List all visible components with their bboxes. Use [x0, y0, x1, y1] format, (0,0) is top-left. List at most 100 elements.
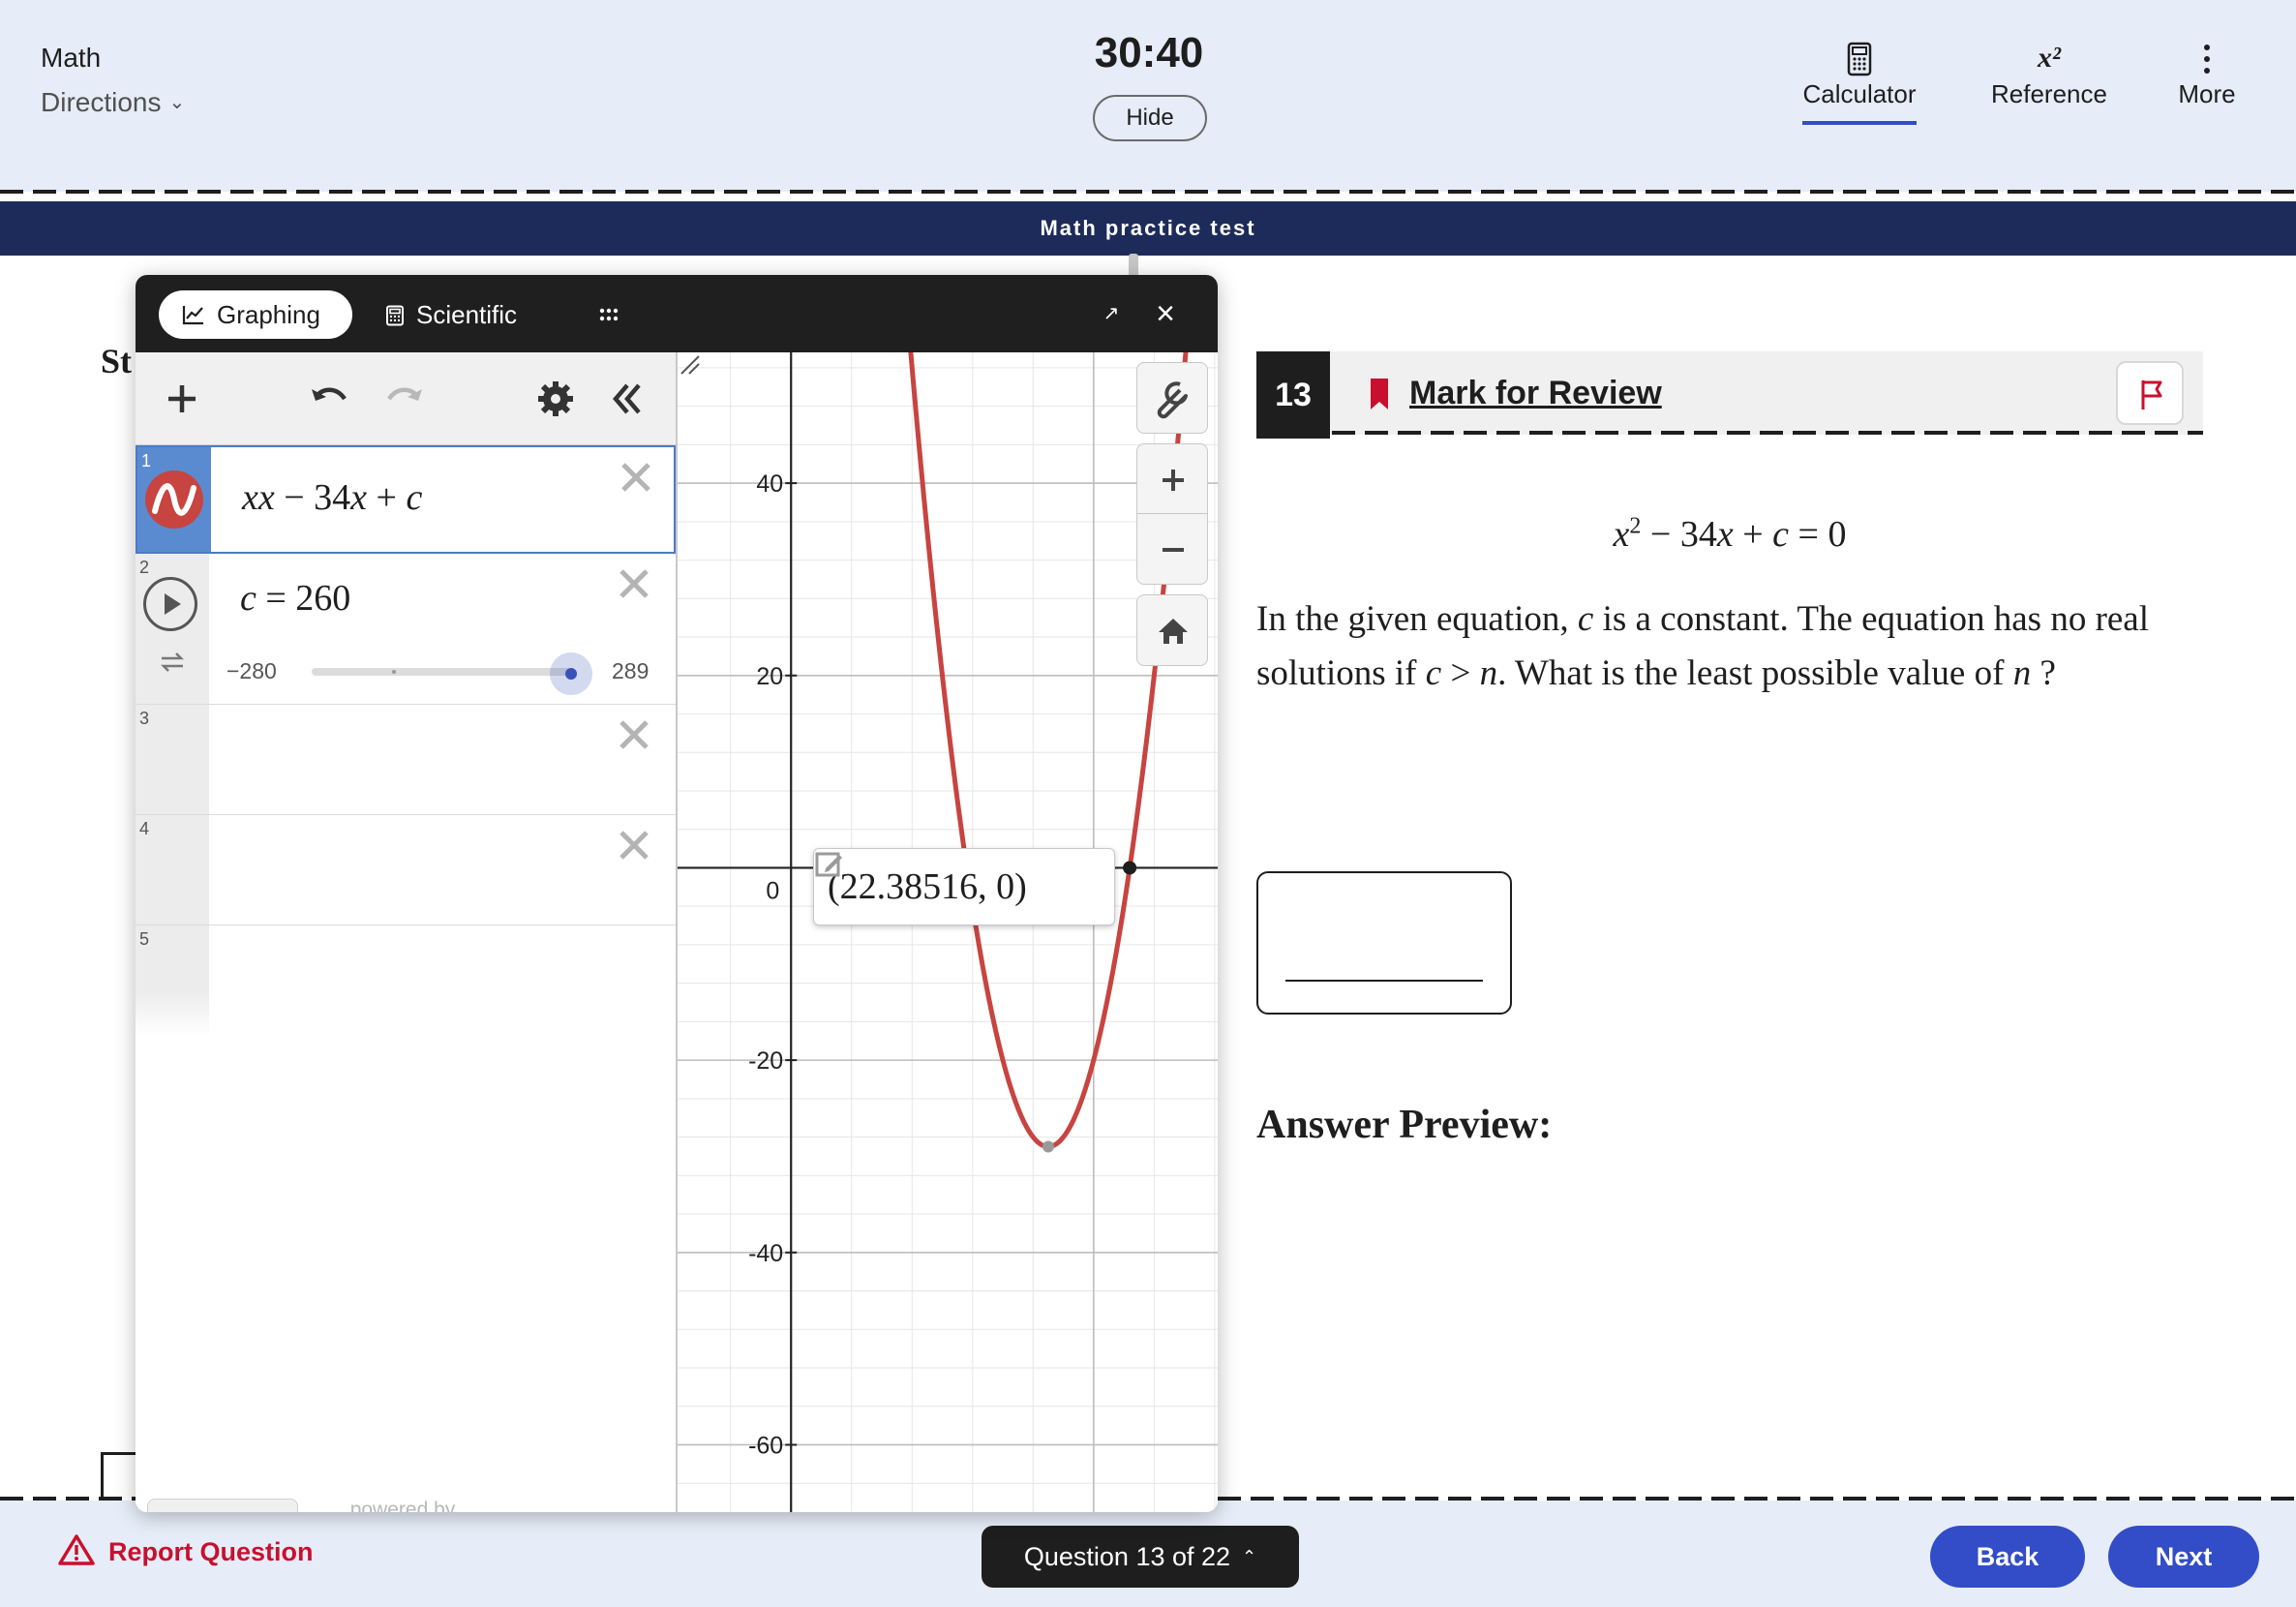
footer-bar: Report Question Question 13 of 22 ⌃ Back … [0, 1501, 2296, 1607]
keyboard-icon [148, 1500, 299, 1512]
desmos-branding: powered by desmos [325, 1499, 480, 1512]
y-tick-label: -60 [748, 1432, 783, 1459]
undo-icon[interactable] [306, 376, 352, 422]
point-coordinate-text: (22.38516, 0) [828, 866, 1027, 907]
desmos-calculator-window[interactable]: Graphing Scientific ↗ × 1 xx − 34x + c 2… [136, 275, 1218, 1512]
tab-scientific[interactable]: Scientific [381, 290, 517, 339]
point-coordinate-label[interactable]: (22.38516, 0) [813, 848, 1115, 925]
expression-list: 1 xx − 34x + c 2 c = 260 −280 289 3 4 5 … [136, 352, 678, 1512]
more-tool-label: More [2178, 79, 2236, 108]
question-navigator-label: Question 13 of 22 [1023, 1542, 1231, 1571]
home-icon [1159, 619, 1188, 644]
more-vertical-icon [2160, 37, 2253, 79]
slider-zero-marker [392, 670, 396, 674]
curve-color-icon[interactable] [145, 470, 203, 529]
flag-icon [2141, 380, 2162, 409]
tab-graphing-label: Graphing [217, 300, 320, 329]
graph-settings-button[interactable] [1136, 362, 1208, 434]
expression-gutter: 5 [136, 925, 209, 1036]
play-slider-icon[interactable] [143, 577, 197, 631]
graph-canvas[interactable]: 020404020-20-40-60 (22.38516, 0) [678, 352, 1218, 1512]
next-button[interactable]: Next [2108, 1526, 2259, 1588]
expression-row-1[interactable]: 1 xx − 34x + c [136, 445, 676, 554]
zoom-out-button[interactable] [1136, 513, 1208, 585]
answer-underline [1285, 980, 1483, 982]
warning-icon [58, 1534, 95, 1565]
answer-input[interactable] [1256, 871, 1512, 1015]
mark-for-review-button[interactable]: Mark for Review [1369, 375, 1662, 412]
x-tick-label: 0 [766, 877, 779, 904]
expression-toolbar [136, 352, 676, 445]
scientific-calculator-icon [386, 305, 404, 326]
expression-gutter: 1 [137, 447, 211, 552]
tab-graphing[interactable]: Graphing [159, 290, 352, 339]
bookmark-icon [1371, 379, 1388, 409]
question-navigator-button[interactable]: Question 13 of 22 ⌃ [982, 1526, 1299, 1588]
expression-row-5[interactable]: 5 [136, 925, 676, 1036]
expression-index: 3 [139, 709, 150, 728]
slider-track[interactable] [312, 668, 571, 676]
pane-resize-handle[interactable] [1129, 254, 1138, 277]
reference-tool-label: Reference [1991, 79, 2107, 108]
expression-index: 2 [139, 558, 150, 577]
redo-icon[interactable] [381, 376, 428, 422]
label-edit-icon[interactable] [814, 849, 845, 880]
close-icon[interactable]: × [1148, 294, 1183, 333]
expression-gutter: 2 [136, 554, 209, 704]
drag-grip-icon[interactable] [594, 300, 623, 329]
expand-icon[interactable]: ↗ [1094, 296, 1129, 331]
y-tick-label: 40 [756, 470, 783, 498]
timer: 30:40 [1094, 29, 1204, 76]
chevron-up-icon: ⌃ [1242, 1547, 1257, 1566]
question-equation: x2 − 34x + c = 0 [1613, 513, 1847, 555]
question-prompt: In the given equation, c is a constant. … [1256, 599, 2150, 693]
delete-expression-icon[interactable] [614, 825, 654, 865]
expression-row-2[interactable]: 2 c = 260 −280 289 [136, 554, 676, 705]
question-number: 13 [1256, 351, 1330, 439]
calculator-tool-label: Calculator [1802, 79, 1917, 108]
more-tool-button[interactable]: More [2160, 37, 2253, 109]
expression-gutter: 4 [136, 815, 209, 925]
directions-dropdown[interactable]: Directions ⌄ [41, 87, 185, 118]
chevron-down-icon: ⌄ [168, 92, 186, 113]
keypad-toggle-button[interactable] [147, 1499, 298, 1512]
expression-row-3[interactable]: 3 [136, 705, 676, 815]
calculator-tool-button[interactable]: Calculator [1797, 37, 1922, 125]
y-tick-label: 20 [756, 663, 783, 690]
expression-index: 5 [139, 929, 150, 949]
zoom-in-button[interactable] [1136, 443, 1208, 515]
slider-max[interactable]: 289 [612, 658, 649, 684]
delete-expression-icon[interactable] [614, 563, 654, 604]
wrench-icon [1157, 381, 1188, 419]
slider-thumb[interactable] [550, 652, 592, 695]
y-tick-label: -40 [748, 1240, 783, 1267]
calculator-title-bar[interactable]: Graphing Scientific ↗ × [136, 275, 1218, 352]
report-question-label: Report Question [108, 1537, 314, 1567]
test-title-band: Math practice test [0, 201, 2296, 256]
left-pane-answer-box-corner [101, 1452, 139, 1501]
slider-min[interactable]: −280 [227, 658, 277, 684]
directions-label: Directions [41, 87, 162, 117]
delete-expression-icon[interactable] [614, 714, 654, 755]
back-button[interactable]: Back [1930, 1526, 2085, 1588]
header-divider [0, 190, 2296, 194]
expression-2-math[interactable]: c = 260 [240, 577, 350, 620]
expression-row-4[interactable]: 4 [136, 815, 676, 925]
resize-grip-icon[interactable] [678, 352, 701, 376]
minus-icon [1163, 548, 1184, 552]
flag-button[interactable] [2116, 361, 2184, 425]
expression-1-math[interactable]: xx − 34x + c [242, 476, 422, 519]
collapse-list-icon[interactable] [604, 376, 650, 422]
expression-index: 4 [139, 819, 150, 838]
reference-tool-button[interactable]: x² Reference [1984, 37, 2114, 109]
default-viewport-button[interactable] [1136, 594, 1208, 666]
report-question-button[interactable]: Report Question [58, 1534, 314, 1570]
delete-expression-icon[interactable] [616, 457, 656, 498]
hide-timer-button[interactable]: Hide [1093, 95, 1207, 141]
left-pane-heading: St [101, 342, 133, 380]
gear-icon[interactable] [532, 376, 579, 422]
powered-by-label: powered by [349, 1499, 456, 1512]
loop-icon[interactable] [157, 647, 188, 678]
add-expression-icon[interactable] [159, 376, 205, 422]
calculator-icon [1797, 37, 1922, 79]
